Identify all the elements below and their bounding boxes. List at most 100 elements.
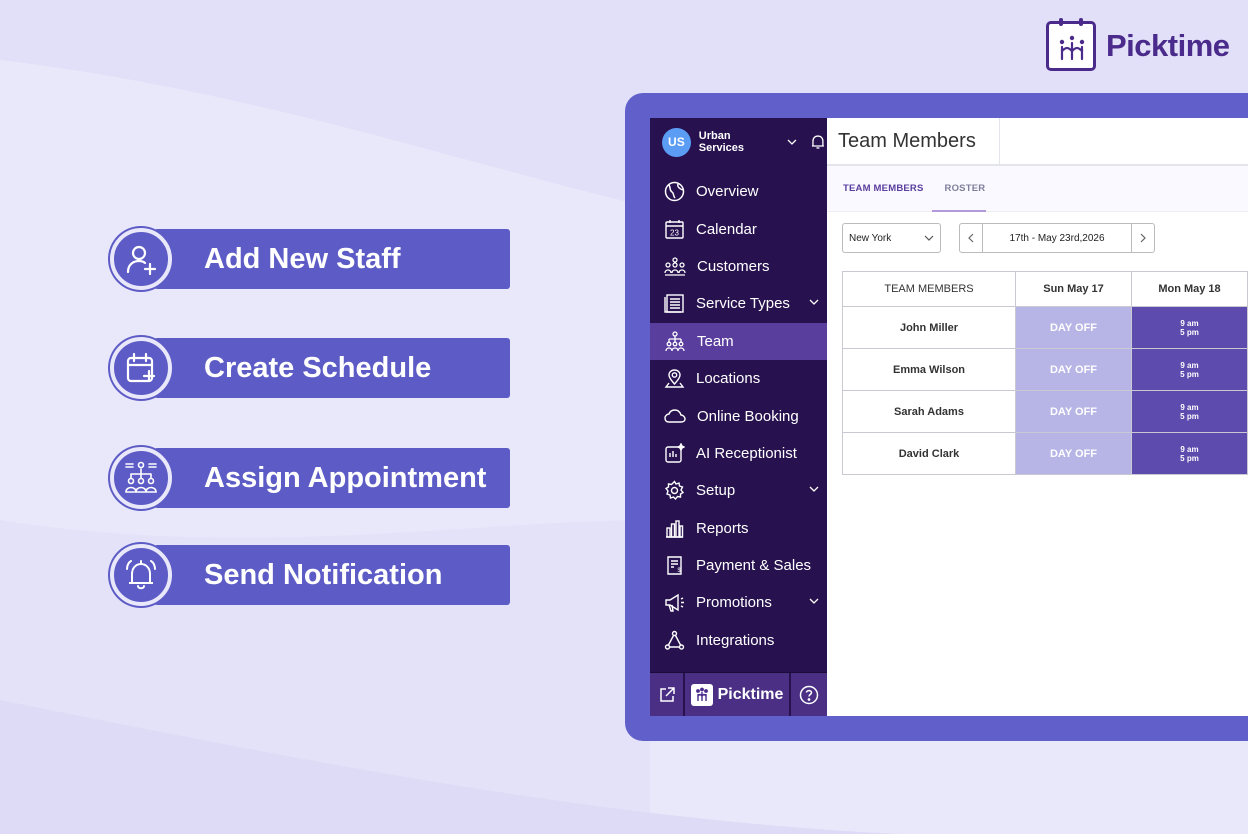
feature-label: Assign Appointment	[204, 462, 487, 494]
sidebar-item-team[interactable]: Team	[650, 322, 827, 360]
ai-icon	[665, 442, 685, 463]
shift-end: 5 pm	[1180, 327, 1199, 337]
chevron-down-icon	[809, 598, 819, 605]
chevron-down-icon	[924, 235, 934, 241]
sidebar-nav: Overview 23 Calendar Customers Service T…	[650, 173, 827, 659]
sidebar-item-ai-receptionist[interactable]: AI Receptionist	[650, 435, 827, 472]
page-title: Team Members	[827, 118, 1000, 164]
sidebar-item-overview[interactable]: Overview	[650, 173, 827, 210]
location-select[interactable]: New York	[842, 223, 941, 253]
notification-bell-icon[interactable]	[809, 133, 827, 151]
sidebar-item-customers[interactable]: Customers	[650, 248, 827, 285]
sidebar-item-label: Reports	[696, 519, 749, 537]
chevron-down-icon	[809, 486, 819, 493]
integrations-icon	[664, 630, 685, 650]
shift-end: 5 pm	[1180, 411, 1199, 421]
member-name[interactable]: David Clark	[842, 432, 1016, 475]
org-switcher[interactable]: US Urban Services	[650, 118, 827, 166]
sidebar-item-service-types[interactable]: Service Types	[650, 285, 827, 322]
assign-team-icon	[110, 447, 172, 509]
globe-icon	[664, 181, 685, 202]
sidebar-item-locations[interactable]: Locations	[650, 360, 827, 397]
column-header: Sun May 17	[1015, 271, 1132, 307]
customers-icon	[664, 257, 686, 276]
open-external-button[interactable]	[650, 673, 685, 716]
day-off-cell[interactable]: DAY OFF	[1015, 390, 1132, 433]
sidebar-item-payment-sales[interactable]: $ Payment & Sales	[650, 547, 827, 584]
footer-brand: Picktime	[685, 673, 791, 716]
table-row: David Clark DAY OFF 9 am 5 pm	[842, 432, 1248, 475]
filters: New York 17th - May 23rd,2026	[842, 223, 1155, 253]
day-off-cell[interactable]: DAY OFF	[1015, 306, 1132, 349]
shift-start: 9 am	[1180, 444, 1199, 454]
svg-text:23: 23	[670, 228, 679, 237]
column-header: Mon May 18	[1131, 271, 1248, 307]
sidebar-item-label: Team	[697, 332, 734, 350]
shift-cell[interactable]: 9 am 5 pm	[1131, 432, 1248, 475]
cloud-icon	[664, 408, 686, 423]
sidebar-footer: Picktime	[650, 672, 827, 716]
table-row: Emma Wilson DAY OFF 9 am 5 pm	[842, 348, 1248, 391]
chevron-right-icon	[1140, 233, 1146, 243]
footer-brand-name: Picktime	[717, 686, 784, 703]
chevron-down-icon	[809, 299, 819, 306]
sidebar-item-label: Locations	[696, 370, 761, 388]
shift-cell[interactable]: 9 am 5 pm	[1131, 306, 1248, 349]
tab-roster[interactable]: ROSTER	[945, 183, 986, 194]
location-pin-icon	[664, 369, 685, 388]
sidebar: US Urban Services Overview 23 Calendar C…	[650, 118, 827, 716]
feature-add-new-staff: Add New Staff	[110, 228, 510, 290]
feature-send-notification: Send Notification	[110, 544, 510, 606]
chevron-left-icon	[968, 233, 974, 243]
shift-end: 5 pm	[1180, 453, 1199, 463]
sidebar-item-calendar[interactable]: 23 Calendar	[650, 210, 827, 247]
app-window: US Urban Services Overview 23 Calendar C…	[650, 118, 1248, 716]
sidebar-item-label: Setup	[696, 482, 736, 500]
feature-label: Send Notification	[204, 559, 443, 591]
day-off-cell[interactable]: DAY OFF	[1015, 432, 1132, 475]
sidebar-item-label: Calendar	[696, 220, 757, 238]
main-content: Team Members TEAM MEMBERS ROSTER New Yor…	[827, 118, 1248, 716]
bell-icon	[110, 544, 172, 606]
date-navigator: 17th - May 23rd,2026	[959, 223, 1155, 253]
member-name[interactable]: Sarah Adams	[842, 390, 1016, 433]
member-name[interactable]: John Miller	[842, 306, 1016, 349]
sidebar-item-label: Service Types	[696, 295, 790, 313]
sidebar-item-online-booking[interactable]: Online Booking	[650, 397, 827, 434]
calendar-icon: 23	[665, 219, 684, 239]
sidebar-item-promotions[interactable]: Promotions	[650, 584, 827, 621]
sidebar-item-setup[interactable]: Setup	[650, 472, 827, 509]
invoice-icon: $	[667, 556, 682, 575]
member-name[interactable]: Emma Wilson	[842, 348, 1016, 391]
sidebar-item-integrations[interactable]: Integrations	[650, 622, 827, 659]
brand-name: Picktime	[1106, 28, 1230, 63]
location-select-value: New York	[849, 232, 892, 244]
shift-start: 9 am	[1180, 360, 1199, 370]
shift-end: 5 pm	[1180, 369, 1199, 379]
brand-logo: Picktime	[1046, 18, 1230, 72]
day-off-cell[interactable]: DAY OFF	[1015, 348, 1132, 391]
avatar: US	[662, 127, 691, 157]
shift-start: 9 am	[1180, 402, 1199, 412]
column-header: TEAM MEMBERS	[842, 271, 1016, 307]
service-types-icon	[664, 294, 684, 314]
prev-week-button[interactable]	[960, 224, 982, 252]
title-bar: Team Members	[827, 118, 1248, 166]
next-week-button[interactable]	[1132, 224, 1154, 252]
picktime-logo-icon	[1046, 18, 1096, 71]
sidebar-item-label: Payment & Sales	[696, 557, 812, 575]
date-range[interactable]: 17th - May 23rd,2026	[982, 224, 1132, 252]
sidebar-item-label: Integrations	[696, 631, 775, 649]
sidebar-item-label: Customers	[697, 257, 770, 275]
feature-label: Create Schedule	[204, 352, 432, 384]
shift-cell[interactable]: 9 am 5 pm	[1131, 348, 1248, 391]
table-row: John Miller DAY OFF 9 am 5 pm	[842, 306, 1248, 349]
org-name: Urban Services	[698, 130, 745, 154]
add-user-icon	[110, 228, 172, 290]
tab-indicator	[932, 210, 986, 212]
shift-cell[interactable]: 9 am 5 pm	[1131, 390, 1248, 433]
tab-team-members[interactable]: TEAM MEMBERS	[843, 183, 924, 194]
help-button[interactable]	[791, 673, 827, 716]
sidebar-item-label: Overview	[696, 183, 759, 201]
sidebar-item-reports[interactable]: Reports	[650, 510, 827, 547]
